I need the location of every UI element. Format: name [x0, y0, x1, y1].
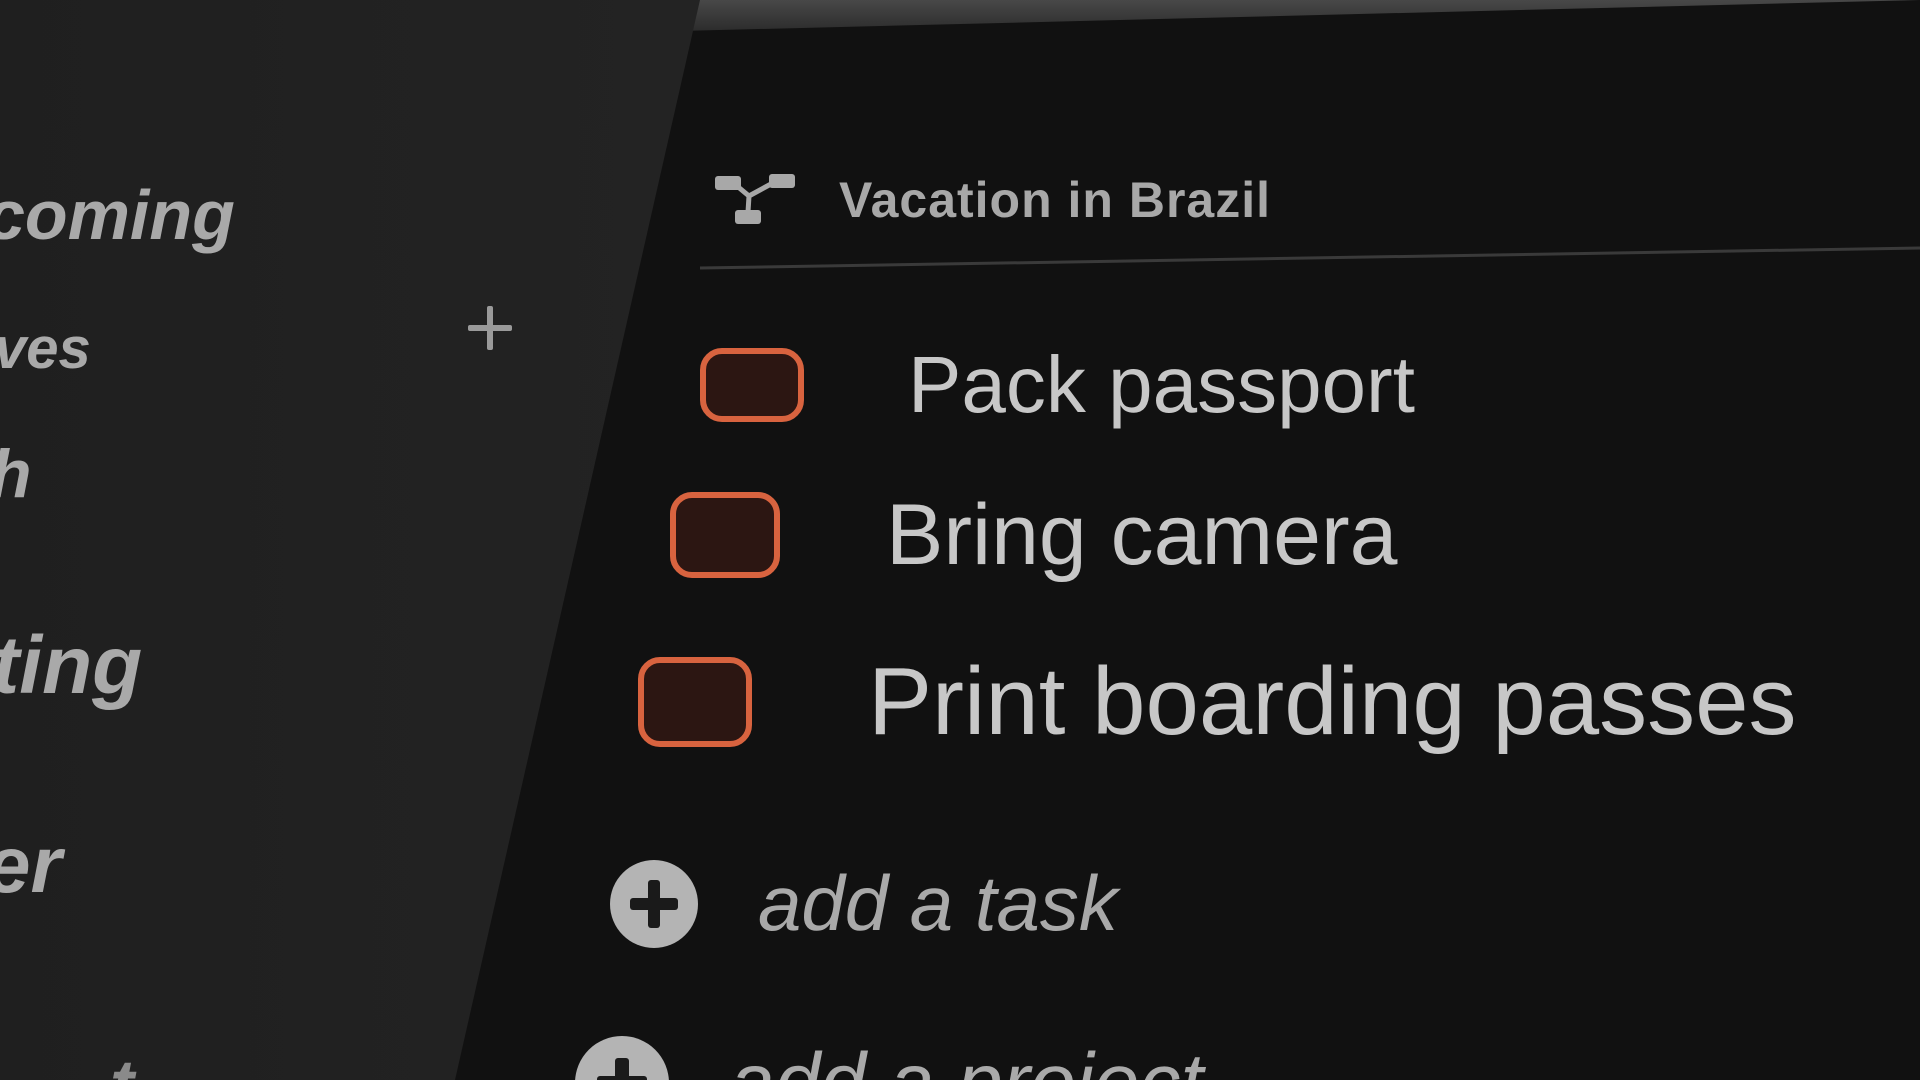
add-project-label[interactable]: add a project: [729, 1036, 1203, 1080]
task-label[interactable]: Pack passport: [908, 345, 1415, 425]
task-row[interactable]: Pack passport: [700, 345, 1415, 425]
add-task-button[interactable]: add a task: [610, 858, 1118, 949]
header-divider: [700, 246, 1920, 270]
task-row[interactable]: Bring camera: [670, 492, 1397, 578]
plus-circle-icon[interactable]: [575, 1036, 669, 1080]
task-label[interactable]: Bring camera: [886, 492, 1397, 578]
project-tree-icon: [715, 174, 795, 224]
sidebar-item-ting[interactable]: ting: [0, 625, 142, 707]
project-title: Vacation in Brazil: [839, 172, 1272, 228]
add-project-button[interactable]: add a project: [575, 1036, 1203, 1080]
task-checkbox[interactable]: [670, 492, 780, 578]
task-checkbox[interactable]: [638, 657, 752, 747]
app-window: coming ves h ting er t Vacation in Brazi…: [0, 0, 1920, 1080]
project-header: Vacation in Brazil: [715, 165, 1271, 235]
task-label[interactable]: Print boarding passes: [868, 654, 1797, 750]
sidebar-item-partial[interactable]: t: [110, 1050, 134, 1080]
sidebar-item-h[interactable]: h: [0, 440, 32, 508]
sidebar-item-upcoming[interactable]: coming: [0, 180, 235, 250]
plus-circle-icon[interactable]: [610, 859, 698, 948]
sidebar-item-lives[interactable]: ves: [0, 320, 91, 378]
task-checkbox[interactable]: [700, 348, 804, 422]
plus-icon[interactable]: [462, 300, 518, 356]
sidebar-item-er[interactable]: er: [0, 825, 62, 905]
task-row[interactable]: Print boarding passes: [638, 654, 1797, 750]
add-task-label[interactable]: add a task: [758, 858, 1118, 949]
